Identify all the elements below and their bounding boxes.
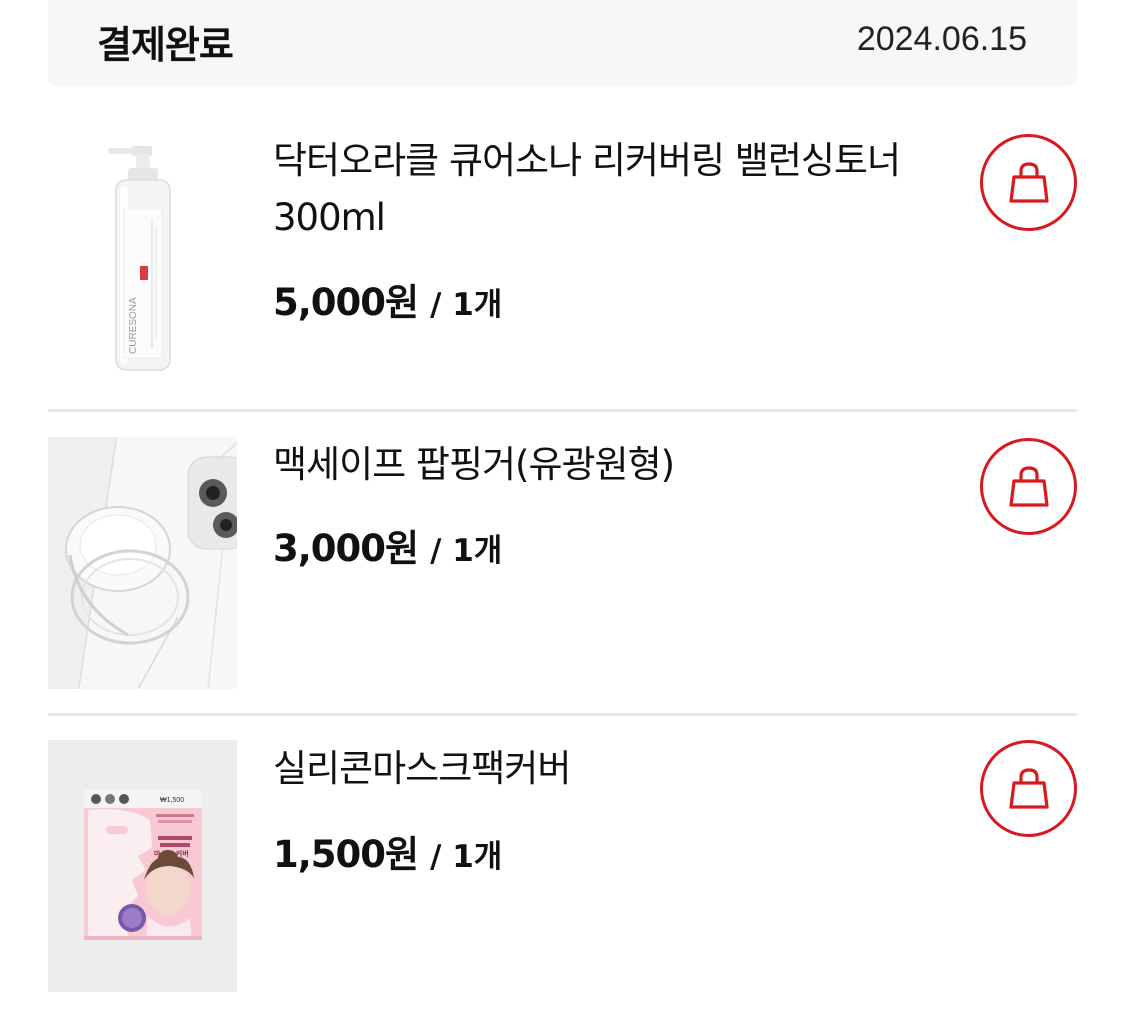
price-row: 1,500원 / 1개 xyxy=(273,824,502,878)
product-price: 5,000원 xyxy=(273,281,419,324)
order-status: 결제완료 xyxy=(97,23,234,67)
price-row: 5,000원 / 1개 xyxy=(273,272,502,326)
order-header: 결제완료 2024.06.15 xyxy=(48,0,1077,86)
product-thumbnail[interactable]: ₩1,500 마스크 커버 xyxy=(48,740,237,992)
product-price: 1,500원 xyxy=(273,833,419,876)
product-thumbnail[interactable] xyxy=(48,437,237,689)
shopping-bag-icon xyxy=(1008,465,1049,507)
product-quantity: / 1개 xyxy=(430,839,503,875)
order-detail-page: 결제완료 2024.06.15 CURESONA 닥터오라클 큐어소나 리커버링… xyxy=(0,0,1125,1018)
product-name[interactable]: 맥세이프 팝핑거(유광원형) xyxy=(273,436,943,493)
add-to-cart-button[interactable] xyxy=(980,438,1077,535)
phone-grip-image xyxy=(48,437,237,689)
shopping-bag-icon xyxy=(1008,767,1049,809)
product-quantity: / 1개 xyxy=(430,533,503,569)
order-item[interactable]: 맥세이프 팝핑거(유광원형) 3,000원 / 1개 xyxy=(48,412,1077,716)
package-price: ₩1,500 xyxy=(160,797,184,804)
product-thumbnail[interactable]: CURESONA xyxy=(48,128,237,380)
product-quantity: / 1개 xyxy=(430,287,503,323)
add-to-cart-button[interactable] xyxy=(980,134,1077,231)
shopping-bag-icon xyxy=(1008,161,1049,203)
add-to-cart-button[interactable] xyxy=(980,740,1077,837)
bottle-brand-text: CURESONA xyxy=(128,297,139,354)
toner-bottle-image: CURESONA xyxy=(48,128,237,380)
product-name[interactable]: 닥터오라클 큐어소나 리커버링 밸런싱토너 300ml xyxy=(273,132,943,246)
product-price: 3,000원 xyxy=(273,527,419,570)
mask-cover-package-image: ₩1,500 마스크 커버 xyxy=(48,740,237,992)
order-date: 2024.06.15 xyxy=(856,20,1027,58)
product-name[interactable]: 실리콘마스크팩커버 xyxy=(273,740,943,797)
price-row: 3,000원 / 1개 xyxy=(273,518,502,572)
order-item[interactable]: ₩1,500 마스크 커버 실리콘마스크팩커버 xyxy=(48,716,1077,1018)
order-item[interactable]: CURESONA 닥터오라클 큐어소나 리커버링 밸런싱토너 300ml 5,0… xyxy=(48,108,1077,412)
